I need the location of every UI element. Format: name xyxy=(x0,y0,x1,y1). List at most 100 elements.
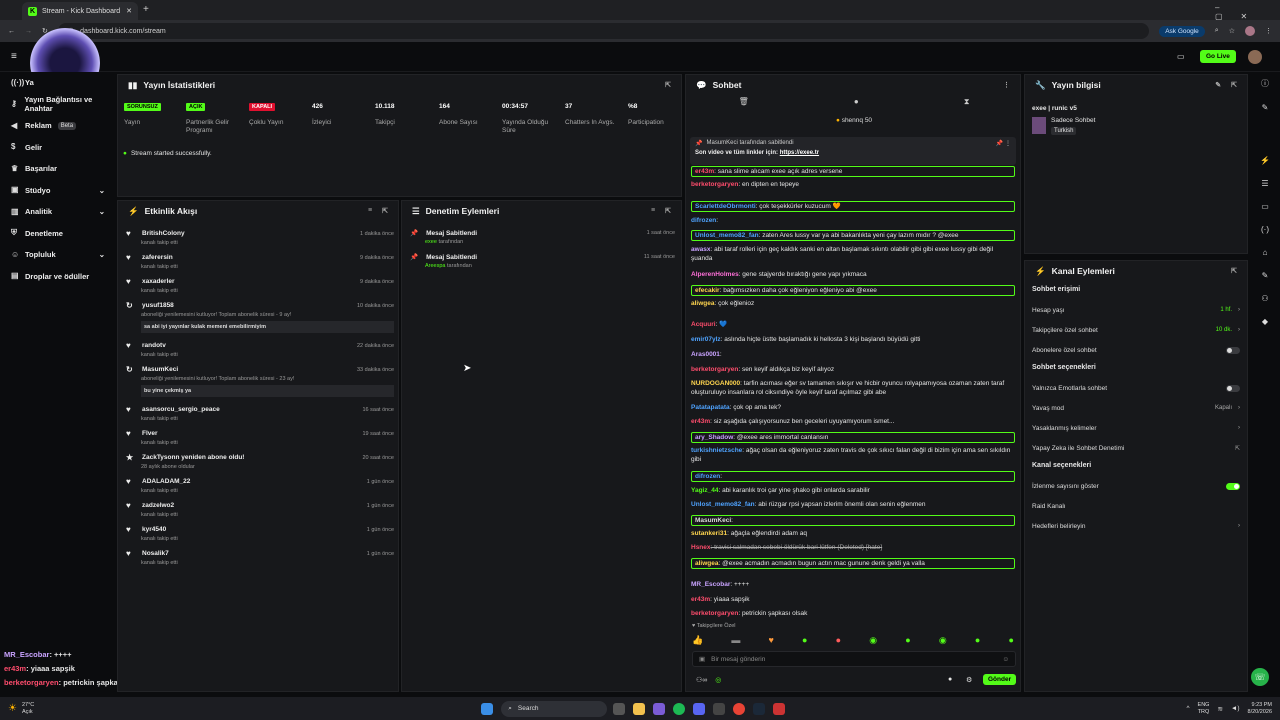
chat-username[interactable]: er43m xyxy=(695,168,714,175)
app-icon[interactable] xyxy=(653,702,666,715)
chat-username[interactable]: NURDOGAN000 xyxy=(691,380,740,387)
wrench-icon[interactable]: ✎ xyxy=(1262,271,1269,280)
popout-icon[interactable]: ⇱ xyxy=(1231,81,1237,89)
emote-icon[interactable]: ● xyxy=(1008,635,1013,646)
chat-username[interactable]: ary_Shadow xyxy=(695,434,733,441)
close-tab-icon[interactable]: ✕ xyxy=(126,7,132,15)
chat-username[interactable]: turkishnietzsche xyxy=(691,447,742,454)
windows-start-icon[interactable] xyxy=(481,702,494,715)
chat-username[interactable]: Unlost_memo82_fan xyxy=(695,232,759,239)
popout-icon[interactable]: ⇱ xyxy=(1231,267,1237,275)
sidebar-item-revenue[interactable]: $ Gelir xyxy=(0,137,115,159)
popout-icon[interactable]: ⇱ xyxy=(382,207,388,215)
back-icon[interactable]: ← xyxy=(8,28,15,35)
chat-input[interactable]: ▣ Bir mesaj gönderin ☺ xyxy=(692,651,1016,667)
followers-only-setting[interactable]: Takipçilere özel sohbet 10 dk. › xyxy=(1032,320,1240,340)
ai-moderation-setting[interactable]: Yapay Zeka ile Sohbet Denetimi ⇱ xyxy=(1032,438,1240,458)
search-icon[interactable]: ⌕ xyxy=(1215,27,1219,35)
sidebar-item-moderation[interactable]: ⛨ Denetleme xyxy=(0,223,115,245)
bookmark-star-icon[interactable]: ☆ xyxy=(1229,27,1235,35)
url-field[interactable]: ⚙ dashboard.kick.com/stream xyxy=(57,23,1150,39)
chat-username[interactable]: Aras0001 xyxy=(691,351,720,358)
edit-icon[interactable]: ✎ xyxy=(1215,81,1221,89)
unpin-icon[interactable]: 📌 ⋮ xyxy=(996,140,1011,147)
chrome-icon[interactable] xyxy=(733,702,746,715)
chat-username[interactable]: Patatapatata xyxy=(691,404,730,411)
ask-google-button[interactable]: Ask Google xyxy=(1159,25,1205,37)
gear-icon[interactable]: ⚙ xyxy=(966,676,972,684)
chat-username[interactable]: berketorgaryen xyxy=(691,610,738,617)
emote-icon[interactable]: ◉ xyxy=(939,635,947,646)
chat-username[interactable]: berketorgaryen xyxy=(691,181,738,188)
emote-only-toggle[interactable] xyxy=(1226,384,1240,392)
menu-dots-icon[interactable]: ⋮ xyxy=(1265,27,1272,35)
diamond-icon[interactable]: ◆ xyxy=(1262,317,1268,326)
chat-username[interactable]: aliwgea xyxy=(691,300,714,307)
clock[interactable]: 9:23 PM 8/20/2026 xyxy=(1248,702,1272,716)
show-viewcount-toggle[interactable] xyxy=(1226,482,1240,490)
chat-bubble-icon[interactable]: ● xyxy=(948,676,952,683)
browser-tab[interactable]: K Stream - Kick Dashboard ✕ xyxy=(22,2,138,20)
slow-mode-setting[interactable]: Yavaş mod Kapalı › xyxy=(1032,398,1240,418)
emote-icon[interactable]: ▬ xyxy=(731,635,740,646)
emote-icon[interactable]: ● xyxy=(905,635,910,646)
bank-icon[interactable]: ⌂ xyxy=(1263,248,1268,257)
hamburger-menu-icon[interactable]: ≡ xyxy=(11,51,17,62)
info-icon[interactable]: ⓘ xyxy=(1261,78,1269,89)
emote-icon[interactable]: ● xyxy=(975,635,980,646)
sidebar-item-stream-key[interactable]: ⚷ Yayın Bağlantısı ve Anahtar xyxy=(0,94,115,116)
chat-username[interactable]: Yagiz_44 xyxy=(691,487,718,494)
chat-username[interactable]: sutankeri31 xyxy=(691,530,727,537)
popout-icon[interactable]: ⇱ xyxy=(665,207,671,215)
emote-icon[interactable]: ◉ xyxy=(869,635,877,646)
chat-username[interactable]: efecakir xyxy=(695,287,720,294)
edit-icon[interactable]: ✎ xyxy=(1262,103,1269,112)
chat-username[interactable]: AlperenHolmes xyxy=(691,271,739,278)
speech-bubble-icon[interactable]: ● xyxy=(854,97,859,111)
new-tab-icon[interactable]: + xyxy=(143,4,149,15)
popout-icon[interactable]: ⇱ xyxy=(665,81,671,89)
filter-icon[interactable]: ≡ xyxy=(651,207,655,215)
emote-icon[interactable]: ♥ xyxy=(769,635,774,646)
lightning-icon[interactable]: ⚡ xyxy=(1260,156,1270,165)
subscribers-only-toggle[interactable] xyxy=(1226,346,1240,354)
filter-icon[interactable]: ≡ xyxy=(368,207,372,215)
chat-username[interactable]: awasx xyxy=(691,246,711,253)
theater-mode-icon[interactable]: ▭ xyxy=(1177,52,1185,61)
emote-icon[interactable]: 👍 xyxy=(692,635,703,646)
chat-username[interactable]: aliwgea xyxy=(695,560,718,567)
chat-username[interactable]: ScarlettdeObrmonti xyxy=(695,203,756,210)
weather-widget[interactable]: 27°C Açık xyxy=(22,702,34,716)
profile-avatar[interactable] xyxy=(1245,26,1255,36)
taskbar-search[interactable]: ⌕ Search xyxy=(501,700,608,717)
sidebar-item-analytics[interactable]: ▥ Analitik ⌄ xyxy=(0,201,115,223)
app-icon[interactable] xyxy=(773,702,786,715)
chat-username[interactable]: MR_Escobar xyxy=(691,581,730,588)
steam-icon[interactable] xyxy=(753,702,766,715)
sidebar-item-stream[interactable]: ((·)) Ya xyxy=(0,72,115,94)
go-live-button[interactable]: Go Live xyxy=(1200,50,1236,63)
chat-username[interactable]: emir07ylz xyxy=(691,336,721,343)
sidebar-item-studio[interactable]: ▣ Stüdyo ⌄ xyxy=(0,180,115,202)
file-explorer-icon[interactable] xyxy=(633,702,646,715)
support-chat-button[interactable]: ☏ xyxy=(1251,668,1269,686)
terminal-icon[interactable] xyxy=(713,702,726,715)
language-indicator[interactable]: ENG TRQ xyxy=(1198,702,1210,716)
raid-channel-setting[interactable]: Raid Kanalı xyxy=(1032,496,1240,516)
menu-dots-icon[interactable]: ⋮ xyxy=(1003,81,1010,89)
broadcast-icon[interactable]: (·) xyxy=(1261,225,1269,234)
forward-icon[interactable]: → xyxy=(25,28,32,35)
spotify-icon[interactable] xyxy=(673,702,686,715)
sidebar-item-ads[interactable]: ◀ Reklam Beta xyxy=(0,115,115,137)
chevron-up-icon[interactable]: ^ xyxy=(1186,705,1189,712)
emoji-icon[interactable]: ☺ xyxy=(1002,656,1009,663)
emote-icon[interactable]: ● xyxy=(836,635,841,646)
banned-words-setting[interactable]: Yasaklanmış kelimeler › xyxy=(1032,418,1240,438)
chat-username[interactable]: Unlost_memo82_fan xyxy=(691,501,755,508)
chat-username[interactable]: difrozen xyxy=(695,473,720,480)
chat-username[interactable]: er43m xyxy=(691,596,710,603)
emote-icon[interactable]: ● xyxy=(802,635,807,646)
list-icon[interactable]: ☰ xyxy=(1261,179,1268,188)
chat-username[interactable]: MasumKeci xyxy=(695,517,731,524)
window-controls[interactable]: –▢✕ xyxy=(1215,3,1280,21)
